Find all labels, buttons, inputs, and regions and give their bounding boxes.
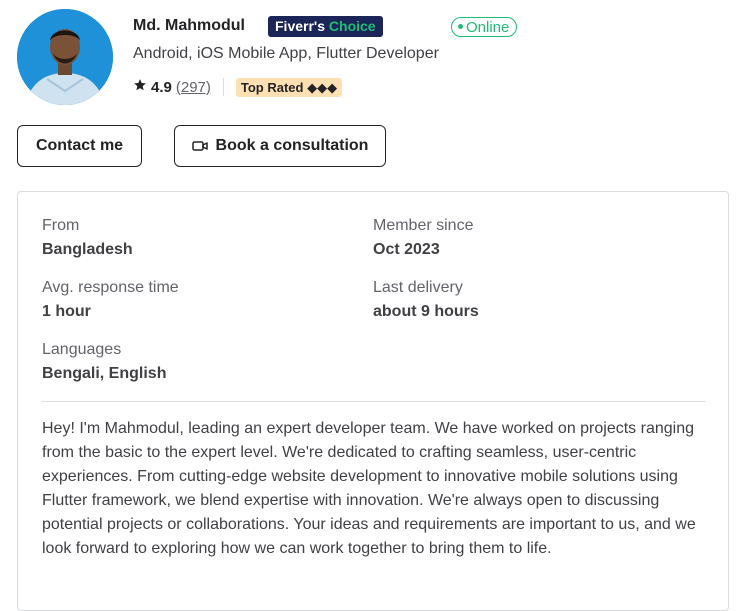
stat-response-value: 1 hour <box>42 303 91 320</box>
book-consultation-label: Book a consultation <box>215 137 369 154</box>
stat-from: From Bangladesh <box>42 217 133 259</box>
status-dot-icon <box>458 23 463 29</box>
choice-badge-highlight: Choice <box>328 18 376 34</box>
stat-member-label: Member since <box>373 217 474 234</box>
online-status-badge: Online <box>451 17 518 37</box>
stat-languages-value: Bengali, English <box>42 365 167 382</box>
seller-description: Hey! I'm Mahmodul, leading an expert dev… <box>42 420 696 557</box>
stat-languages-label: Languages <box>42 341 122 358</box>
stat-member-since: Member since Oct 2023 <box>373 217 473 259</box>
stat-delivery-value: about 9 hours <box>373 303 479 320</box>
seller-info-card: From Bangladesh Member since Oct 2023 Av… <box>17 191 729 611</box>
contact-me-button[interactable]: Contact me <box>17 125 142 167</box>
video-camera-icon <box>191 139 208 153</box>
fiverrs-choice-badge: Fiverr's Choice <box>268 16 383 37</box>
stat-member-value: Oct 2023 <box>373 241 440 258</box>
diamond-icon: ◆◆◆ <box>307 79 338 95</box>
seller-name[interactable]: Md. Mahmodul <box>133 17 245 35</box>
stat-from-label: From <box>42 217 80 234</box>
stat-response-label: Avg. response time <box>42 279 179 296</box>
book-consultation-button[interactable]: Book a consultation <box>174 125 386 167</box>
rating-row: 4.9 (297) Top Rated ◆◆◆ <box>133 77 343 97</box>
stat-last-delivery: Last delivery about 9 hours <box>373 279 479 321</box>
stat-languages: Languages Bengali, English <box>42 341 166 383</box>
divider <box>222 78 224 96</box>
rating-score: 4.9 <box>151 78 172 96</box>
seller-subtitle: Android, iOS Mobile App, Flutter Develop… <box>133 45 439 62</box>
stat-delivery-label: Last delivery <box>373 279 463 296</box>
star-icon <box>133 78 147 96</box>
stat-from-value: Bangladesh <box>42 241 133 258</box>
top-rated-badge: Top Rated ◆◆◆ <box>235 77 343 97</box>
stat-response-time: Avg. response time 1 hour <box>42 279 179 321</box>
top-rated-label: Top Rated <box>240 79 304 95</box>
review-count-link[interactable]: (297) <box>176 79 211 96</box>
choice-badge-prefix: Fiverr's <box>275 18 326 34</box>
avatar[interactable] <box>17 9 113 105</box>
section-divider <box>42 401 705 402</box>
status-label: Online <box>466 19 510 36</box>
